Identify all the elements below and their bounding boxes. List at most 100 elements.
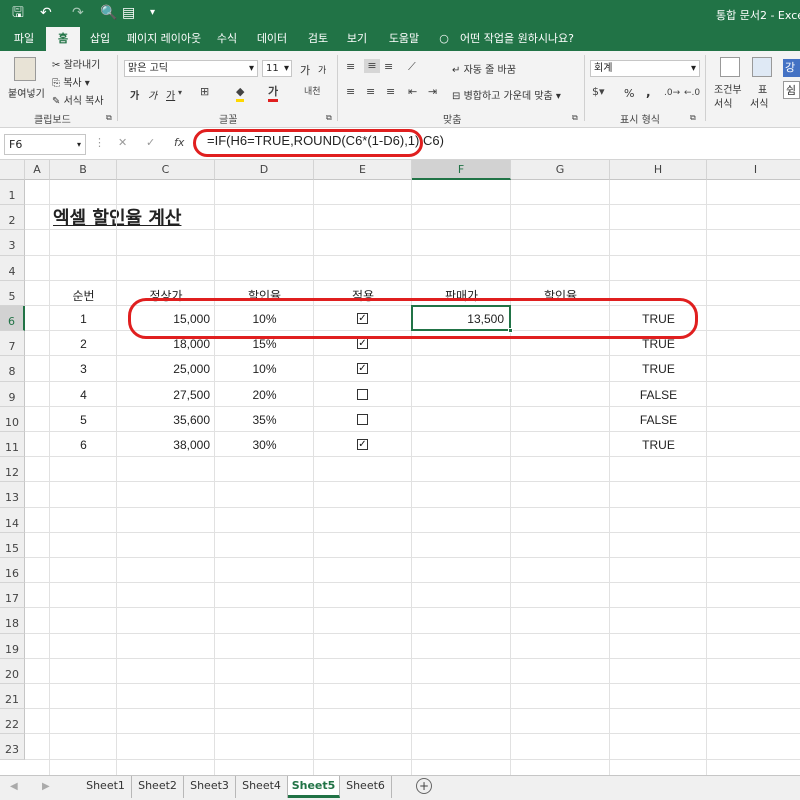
- worksheet-grid[interactable]: 엑셀 할인율 계산 A B C D E F G H I 1 2 3 4 5 6 7 8 9 10 11 12 13 14 15…: [0, 160, 800, 775]
- cell-flag[interactable]: TRUE: [610, 337, 707, 351]
- print-preview-icon[interactable]: 🔍: [100, 5, 117, 21]
- row-header-22[interactable]: 22: [0, 709, 25, 735]
- row-header-11[interactable]: 11: [0, 432, 25, 458]
- tab-file[interactable]: 파일: [6, 27, 42, 51]
- tab-view[interactable]: 보기: [342, 27, 372, 51]
- cell-rate[interactable]: 20%: [215, 388, 314, 402]
- tab-insert[interactable]: 삽입: [84, 27, 116, 51]
- column-header-e[interactable]: E: [314, 160, 412, 180]
- underline-button[interactable]: 가: [166, 87, 175, 102]
- comma-button[interactable]: ,: [646, 85, 651, 99]
- name-box[interactable]: F6 ▾: [4, 134, 86, 155]
- row-header-2[interactable]: 2: [0, 205, 25, 231]
- row-header-17[interactable]: 17: [0, 583, 25, 609]
- column-header-h[interactable]: H: [610, 160, 707, 180]
- tab-help[interactable]: 도움말: [382, 27, 426, 51]
- scroll-right-icon[interactable]: ▶: [42, 780, 50, 794]
- italic-button[interactable]: 가: [148, 87, 157, 102]
- font-color-icon[interactable]: 가: [268, 85, 279, 102]
- decrease-decimal-icon[interactable]: ←.0: [684, 86, 700, 100]
- row-header-7[interactable]: 7: [0, 331, 25, 357]
- column-header-g[interactable]: G: [511, 160, 610, 180]
- cell-seq[interactable]: 4: [50, 388, 117, 402]
- cell-flag[interactable]: TRUE: [610, 362, 707, 376]
- save-icon[interactable]: 🖫: [12, 5, 24, 21]
- cell-seq[interactable]: 2: [50, 337, 117, 351]
- row-header-8[interactable]: 8: [0, 356, 25, 382]
- tab-formulas[interactable]: 수식: [212, 27, 242, 51]
- fill-color-icon[interactable]: ◆: [236, 85, 245, 102]
- cell-seq[interactable]: 3: [50, 362, 117, 376]
- row-header-1[interactable]: 1: [0, 180, 25, 206]
- font-size-combo[interactable]: 11 ▾: [262, 60, 292, 77]
- merge-center-button[interactable]: ⊟ 병합하고 가운데 맞춤 ▾: [452, 87, 561, 102]
- row-header-12[interactable]: 12: [0, 457, 25, 483]
- scroll-left-icon[interactable]: ◀: [10, 780, 18, 794]
- row-header-3[interactable]: 3: [0, 230, 25, 256]
- row-header-21[interactable]: 21: [0, 684, 25, 710]
- align-middle-icon[interactable]: ≡: [364, 59, 380, 73]
- cell-seq[interactable]: 1: [50, 312, 117, 326]
- conditional-format-button[interactable]: 조건부: [714, 81, 742, 96]
- font-name-combo[interactable]: 맑은 고딕 ▾: [124, 60, 258, 77]
- bold-button[interactable]: 가: [130, 87, 139, 102]
- number-format-combo[interactable]: 회계 ▾: [590, 60, 700, 77]
- paste-icon[interactable]: [14, 57, 36, 81]
- cell-rate[interactable]: 15%: [215, 337, 314, 351]
- cell-seq[interactable]: 5: [50, 413, 117, 427]
- row-header-10[interactable]: 10: [0, 406, 25, 432]
- row-header-23[interactable]: 23: [0, 734, 25, 760]
- align-top-icon[interactable]: ≡: [346, 60, 355, 74]
- decrease-indent-icon[interactable]: ⇤: [408, 85, 417, 99]
- form-icon[interactable]: ▤: [122, 5, 135, 21]
- cell-price[interactable]: 35,600: [117, 413, 210, 427]
- sheet-tab-sheet1[interactable]: Sheet1: [80, 776, 132, 798]
- row-header-9[interactable]: 9: [0, 381, 25, 407]
- customize-qat-icon[interactable]: ▾: [150, 5, 155, 21]
- column-header-d[interactable]: D: [215, 160, 314, 180]
- chevron-down-icon[interactable]: ▾: [178, 86, 182, 100]
- cell-rate[interactable]: 10%: [215, 362, 314, 376]
- cancel-icon[interactable]: ✕: [118, 136, 127, 150]
- tab-data[interactable]: 데이터: [250, 27, 294, 51]
- orientation-icon[interactable]: ⟋: [408, 60, 416, 74]
- column-header-f[interactable]: F: [412, 160, 511, 180]
- tab-page-layout[interactable]: 페이지 레이아웃: [122, 27, 206, 51]
- cell-price[interactable]: 18,000: [117, 337, 210, 351]
- borders-icon[interactable]: ⊞: [200, 85, 209, 99]
- apply-checkbox[interactable]: [357, 413, 368, 425]
- cell-rate[interactable]: 30%: [215, 438, 314, 452]
- dialog-launcher-icon[interactable]: ⧉: [106, 111, 112, 125]
- format-painter-button[interactable]: ✎ 서식 복사: [52, 92, 104, 107]
- accounting-icon[interactable]: $▾: [592, 85, 605, 99]
- column-header-c[interactable]: C: [117, 160, 215, 180]
- sheet-tab-sheet3[interactable]: Sheet3: [184, 776, 236, 798]
- dialog-launcher-icon[interactable]: ⧉: [572, 111, 578, 125]
- cell-flag[interactable]: FALSE: [610, 388, 707, 402]
- add-sheet-icon[interactable]: +: [416, 778, 432, 794]
- align-left-icon[interactable]: ≡: [346, 85, 355, 99]
- cell-seq[interactable]: 6: [50, 438, 117, 452]
- apply-checkbox[interactable]: ✓: [357, 338, 368, 350]
- sheet-tab-sheet4[interactable]: Sheet4: [236, 776, 288, 798]
- apply-checkbox[interactable]: ✓: [357, 363, 368, 375]
- conditional-format-icon[interactable]: [720, 57, 740, 77]
- row-header-14[interactable]: 14: [0, 507, 25, 533]
- cell-price[interactable]: 38,000: [117, 438, 210, 452]
- copy-button[interactable]: ⎘ 복사 ▾: [52, 74, 90, 89]
- cell-price[interactable]: 25,000: [117, 362, 210, 376]
- sheet-title[interactable]: 엑셀 할인율 계산: [53, 204, 181, 230]
- paste-button[interactable]: 붙여넣기: [8, 85, 45, 100]
- apply-checkbox[interactable]: ✓: [357, 439, 368, 450]
- shrink-font-button[interactable]: 가: [318, 63, 326, 76]
- grow-font-button[interactable]: 가: [300, 62, 310, 78]
- tab-review[interactable]: 검토: [302, 27, 334, 51]
- row-header-15[interactable]: 15: [0, 532, 25, 558]
- dialog-launcher-icon[interactable]: ⧉: [690, 111, 696, 125]
- sheet-tab-sheet2[interactable]: Sheet2: [132, 776, 184, 798]
- percent-button[interactable]: %: [624, 87, 634, 100]
- row-header-5[interactable]: 5: [0, 280, 25, 306]
- row-header-4[interactable]: 4: [0, 255, 25, 281]
- tell-me-search[interactable]: 어떤 작업을 원하시나요?: [458, 27, 576, 51]
- sheet-tab-sheet6[interactable]: Sheet6: [340, 776, 392, 798]
